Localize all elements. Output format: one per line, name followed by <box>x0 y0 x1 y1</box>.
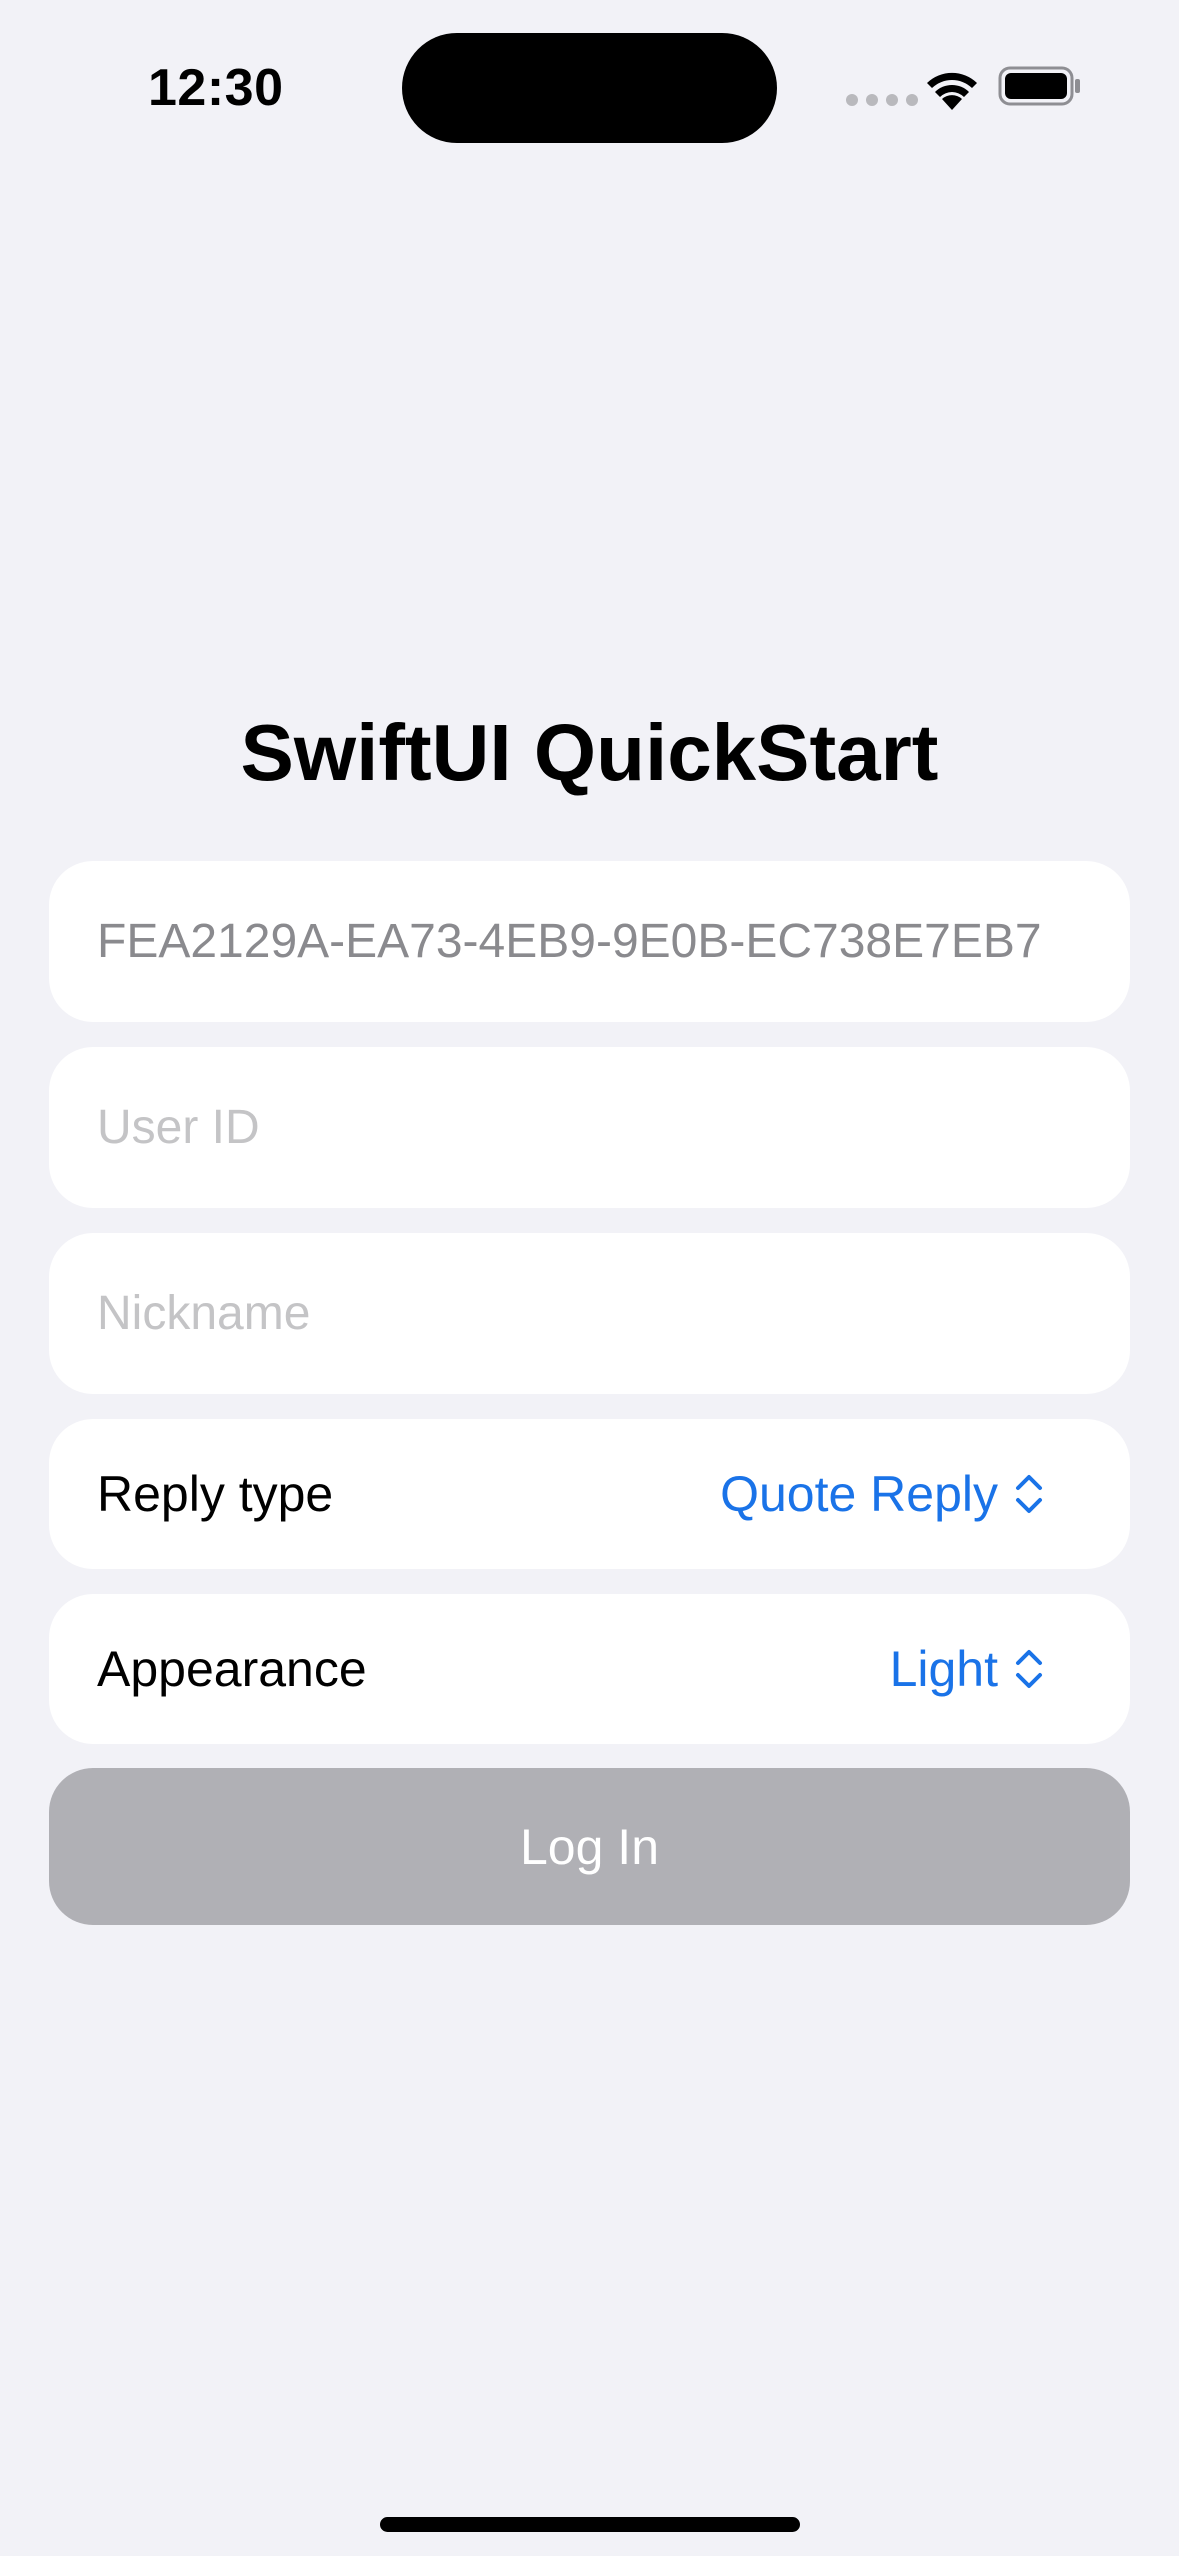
reply-type-value: Quote Reply <box>720 1466 998 1522</box>
chevron-up-down-icon <box>1016 1475 1042 1513</box>
reply-type-label: Reply type <box>97 1466 334 1522</box>
chevron-up-down-icon <box>1016 1650 1042 1688</box>
appearance-value: Light <box>889 1641 998 1697</box>
cellular-signal-icon <box>846 94 918 106</box>
login-button[interactable]: Log In <box>49 1768 1130 1925</box>
app-id-field[interactable]: FEA2129A-EA73-4EB9-9E0B-EC738E7EB7 <box>49 861 1130 1022</box>
dynamic-island <box>402 33 777 143</box>
appearance-row: Appearance Light <box>49 1594 1130 1744</box>
nickname-field[interactable]: Nickname <box>49 1233 1130 1394</box>
battery-icon <box>998 66 1080 106</box>
appearance-label: Appearance <box>97 1641 367 1697</box>
reply-type-row: Reply type Quote Reply <box>49 1419 1130 1569</box>
user-id-field[interactable]: User ID <box>49 1047 1130 1208</box>
status-time: 12:30 <box>148 59 284 117</box>
reply-type-picker[interactable]: Quote Reply <box>720 1465 1044 1523</box>
home-indicator[interactable] <box>380 2517 800 2532</box>
nickname-placeholder: Nickname <box>97 1287 311 1340</box>
app-id-value: FEA2129A-EA73-4EB9-9E0B-EC738E7EB7 <box>97 915 1042 968</box>
user-id-placeholder: User ID <box>97 1101 260 1154</box>
appearance-picker[interactable]: Light <box>890 1640 1044 1698</box>
page-title: SwiftUI QuickStart <box>240 708 939 797</box>
wifi-icon <box>927 72 977 110</box>
login-button-label: Log In <box>519 1818 659 1875</box>
